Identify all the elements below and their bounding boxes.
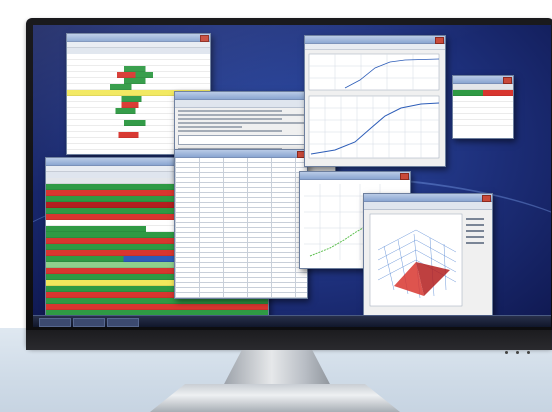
desktop-screen	[33, 25, 551, 327]
monitor-stand-base	[150, 384, 400, 412]
monitor-chin	[26, 330, 552, 350]
power-led-icon	[497, 339, 530, 358]
screen-glare	[33, 25, 551, 327]
